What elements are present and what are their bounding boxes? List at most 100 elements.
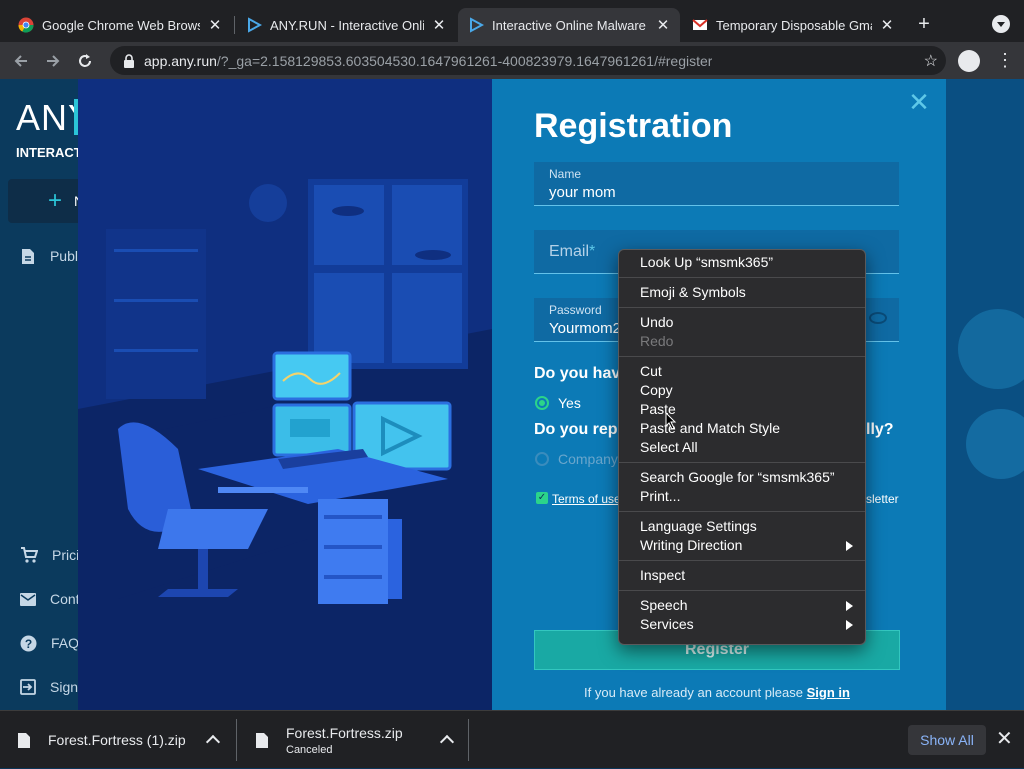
reload-icon (79, 54, 91, 67)
menu-item[interactable]: Undo (619, 313, 865, 332)
menu-item[interactable]: Inspect (619, 566, 865, 585)
menu-item[interactable]: Speech (619, 596, 865, 615)
sidebar-item-label: Sign (50, 679, 79, 695)
page-title: Registration (534, 107, 733, 145)
menu-item[interactable]: Select All (619, 438, 865, 457)
menu-item[interactable]: Paste and Match Style (619, 419, 865, 438)
url-host: app.any.run (144, 52, 217, 69)
name-field[interactable]: Name your mom (534, 162, 899, 206)
chrome-icon (18, 17, 34, 33)
tab-search-button[interactable] (992, 15, 1010, 33)
new-tab-button[interactable]: + (912, 12, 936, 36)
bookmark-star-icon[interactable]: ☆ (924, 51, 938, 71)
show-all-button[interactable]: Show All (908, 725, 986, 755)
password-value: Yourmom2 (549, 320, 621, 337)
tab-malware-analysis[interactable]: Interactive Online Malware Analysis ✕ (458, 8, 680, 42)
menu-separator (619, 307, 865, 308)
menu-item[interactable]: Cut (619, 362, 865, 381)
tab-anyrun[interactable]: ANY.RUN - Interactive Online Malware San… (236, 8, 456, 42)
tab-strip: Google Chrome Web Browser ✕ ANY.RUN - In… (0, 0, 1024, 42)
tab-title: Temporary Disposable Gmail (716, 17, 872, 33)
menu-item[interactable]: Writing Direction (619, 536, 865, 555)
question-experience: Do you have (534, 365, 630, 382)
menu-item[interactable]: Paste (619, 400, 865, 419)
chevron-up-icon[interactable] (439, 734, 455, 750)
terms-checkbox[interactable]: ✓ (536, 492, 548, 504)
arrow-right-icon (47, 55, 60, 67)
cart-icon (20, 546, 38, 564)
email-placeholder-text: Email (549, 243, 590, 260)
tab-divider (234, 16, 235, 34)
close-icon[interactable]: ✕ (880, 16, 894, 34)
app-sidebar: ANY INTERACTIVE + N Publ Prici Cont ? FA… (0, 79, 103, 710)
gmail-icon (692, 17, 708, 33)
radio-company[interactable] (535, 452, 549, 466)
signin-link[interactable]: Sign in (807, 685, 850, 700)
url-text: app.any.run/?_ga=2.158129853.603504530.1… (144, 53, 712, 69)
eye-icon[interactable] (869, 312, 887, 324)
sidebar-item-signin[interactable]: Sign (20, 676, 78, 698)
tab-title: ANY.RUN - Interactive Online Malware San… (270, 17, 424, 33)
browser-menu-icon[interactable]: ⋮ (996, 50, 1014, 72)
back-button[interactable] (8, 48, 34, 74)
chevron-right-icon (846, 601, 853, 611)
download-filename: Forest.Fortress.zip (286, 724, 403, 741)
menu-item[interactable]: Print... (619, 487, 865, 506)
tab-chrome[interactable]: Google Chrome Web Browser ✕ (8, 8, 232, 42)
menu-separator (619, 590, 865, 591)
menu-item[interactable]: Services (619, 615, 865, 634)
newsletter-label: sletter (866, 492, 899, 506)
reload-button[interactable] (72, 48, 98, 74)
close-icon[interactable]: ✕ (208, 16, 222, 34)
tab-title: Google Chrome Web Browser (42, 17, 200, 33)
new-task-button[interactable]: + N (8, 179, 84, 223)
menu-separator (619, 560, 865, 561)
forward-button[interactable] (40, 48, 66, 74)
menu-item[interactable]: Look Up “smsmk365” (619, 253, 865, 272)
close-icon[interactable]: ✕ (906, 89, 932, 115)
sidebar-item-contact[interactable]: Cont (20, 588, 80, 610)
arrow-left-icon (14, 55, 27, 67)
sidebar-item-faq[interactable]: ? FAQ (20, 632, 80, 654)
close-icon[interactable]: ✕ (432, 16, 446, 34)
close-icon[interactable]: ✕ (656, 16, 670, 34)
radio-yes[interactable] (535, 396, 549, 410)
sidebar-item-pricing[interactable]: Prici (20, 544, 80, 566)
sidebar-item-label: FAQ (51, 635, 80, 651)
question-represent-end: lly? (866, 421, 894, 438)
mouse-cursor-icon (665, 412, 677, 430)
blur-circle (966, 409, 1024, 479)
name-label: Name (549, 167, 582, 181)
help-icon: ? (20, 634, 37, 652)
menu-item[interactable]: Copy (619, 381, 865, 400)
tab-gmail[interactable]: Temporary Disposable Gmail ✕ (682, 8, 904, 42)
download-item[interactable]: Forest.Fortress (1).zip (18, 711, 232, 769)
download-divider (468, 719, 469, 761)
download-item[interactable]: Forest.Fortress.zip Canceled (256, 711, 466, 769)
blur-circle (958, 309, 1024, 389)
email-placeholder: Email* (549, 243, 595, 261)
menu-item[interactable]: Emoji & Symbols (619, 283, 865, 302)
url-path: /?_ga=2.158129853.603504530.1647961261-4… (216, 52, 713, 69)
profile-avatar[interactable] (958, 50, 980, 72)
close-icon[interactable]: ✕ (996, 729, 1013, 749)
mail-icon (20, 590, 36, 608)
chevron-up-icon[interactable] (205, 734, 221, 750)
menu-item[interactable]: Language Settings (619, 517, 865, 536)
chevron-right-icon (846, 620, 853, 630)
download-info: Forest.Fortress.zip Canceled (286, 725, 403, 756)
context-menu: Look Up “smsmk365” Emoji & Symbols Undo Red… (618, 249, 866, 645)
address-bar[interactable]: app.any.run/?_ga=2.158129853.603504530.1… (110, 46, 946, 75)
sidebar-item-public[interactable]: Publ (20, 245, 78, 267)
terms-link[interactable]: Terms of use (552, 492, 621, 506)
download-shelf: Forest.Fortress (1).zip Forest.Fortress.… (0, 710, 1024, 768)
menu-item[interactable]: Search Google for “smsmk365” (619, 468, 865, 487)
required-mark: * (589, 243, 596, 260)
menu-separator (619, 462, 865, 463)
menu-separator (619, 356, 865, 357)
anyrun-icon (246, 17, 262, 33)
sidebar-item-label: Prici (52, 547, 80, 563)
file-icon (18, 732, 30, 748)
radio-yes-label: Yes (558, 395, 581, 411)
menu-separator (619, 277, 865, 278)
